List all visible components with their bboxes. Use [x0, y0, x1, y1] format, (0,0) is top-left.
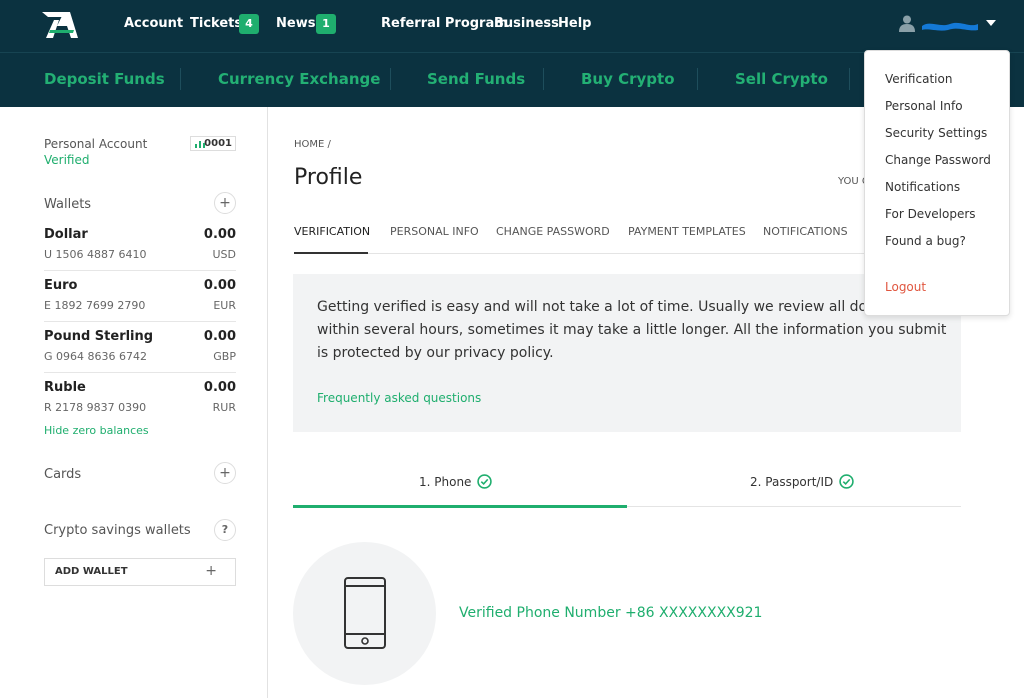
- phone-illustration: [293, 542, 436, 685]
- breadcrumb[interactable]: HOME /: [294, 139, 331, 150]
- subnav-divider: [849, 68, 850, 90]
- wallet-amount: 0.00: [203, 380, 236, 395]
- wallet-name: Euro: [44, 278, 78, 293]
- account-number-badge: 0001: [190, 136, 236, 151]
- wallet-currency: GBP: [213, 350, 236, 363]
- wallet-dollar[interactable]: Dollar 0.00 U 1506 4887 6410 USD: [44, 221, 236, 271]
- wallets-title: Wallets: [44, 197, 92, 212]
- wallet-pound-sterling[interactable]: Pound Sterling 0.00 G 0964 8636 6742 GBP: [44, 323, 236, 373]
- tab-change-password[interactable]: CHANGE PASSWORD: [496, 225, 610, 238]
- subnav-send-funds[interactable]: Send Funds: [427, 70, 525, 88]
- subnav-sell-crypto[interactable]: Sell Crypto: [735, 70, 828, 88]
- menu-item-personal-info[interactable]: Personal Info: [885, 99, 963, 113]
- subnav-currency-exchange[interactable]: Currency Exchange: [218, 70, 380, 88]
- wallet-name: Pound Sterling: [44, 329, 154, 344]
- subnav-divider: [697, 68, 698, 90]
- tab-payment-templates[interactable]: PAYMENT TEMPLATES: [628, 225, 746, 238]
- logo-icon[interactable]: [40, 10, 80, 40]
- wallet-currency: EUR: [213, 299, 236, 312]
- wallet-name: Dollar: [44, 227, 88, 242]
- wallet-ruble[interactable]: Ruble 0.00 R 2178 9837 0390 RUR: [44, 374, 236, 424]
- nav-help[interactable]: Help: [558, 16, 591, 31]
- nav-news[interactable]: News: [276, 16, 315, 31]
- subnav-divider: [390, 68, 391, 90]
- user-icon: [899, 15, 915, 32]
- tickets-badge[interactable]: 4: [239, 14, 259, 34]
- wallet-euro[interactable]: Euro 0.00 E 1892 7699 2790 EUR: [44, 272, 236, 322]
- step-phone-label: 1. Phone: [419, 475, 472, 489]
- plus-icon: +: [205, 563, 217, 579]
- add-wallet-plus-button[interactable]: +: [214, 192, 236, 214]
- wallet-amount: 0.00: [203, 278, 236, 293]
- active-step-indicator: [293, 505, 627, 508]
- subnav-divider: [180, 68, 181, 90]
- help-icon[interactable]: ?: [214, 519, 236, 541]
- wallet-currency: USD: [212, 248, 236, 261]
- account-status: Verified: [44, 153, 90, 167]
- bar-chart-icon: [195, 141, 205, 148]
- verified-phone-number: Verified Phone Number +86 XXXXXXXX921: [459, 605, 763, 621]
- check-circle-icon: [477, 474, 492, 489]
- sidebar: Personal Account Verified 0001 Wallets +…: [0, 107, 268, 698]
- menu-item-found-a-bug[interactable]: Found a bug?: [885, 234, 966, 248]
- menu-item-for-developers[interactable]: For Developers: [885, 207, 976, 221]
- wallet-amount: 0.00: [203, 227, 236, 242]
- step-passport-label: 2. Passport/ID: [750, 475, 834, 489]
- wallet-currency: RUR: [212, 401, 236, 414]
- wallet-id: R 2178 9837 0390: [44, 401, 147, 414]
- tab-notifications[interactable]: NOTIFICATIONS: [763, 225, 848, 238]
- crypto-savings-title: Crypto savings wallets: [44, 523, 191, 538]
- smartphone-icon: [344, 577, 386, 649]
- subnav-deposit-funds[interactable]: Deposit Funds: [44, 70, 165, 88]
- account-number: 0001: [204, 138, 232, 149]
- menu-item-logout[interactable]: Logout: [885, 280, 926, 294]
- subnav-divider: [543, 68, 544, 90]
- tab-personal-info[interactable]: PERSONAL INFO: [390, 225, 479, 238]
- menu-item-notifications[interactable]: Notifications: [885, 180, 960, 194]
- tabs-divider: [294, 253, 864, 254]
- top-bar: Account Tickets 4 News 1 Referral Progra…: [0, 0, 1024, 52]
- wallet-id: U 1506 4887 6410: [44, 248, 147, 261]
- active-tab-indicator: [294, 252, 368, 254]
- menu-item-change-password[interactable]: Change Password: [885, 153, 991, 167]
- step-phone[interactable]: 1. Phone: [419, 474, 492, 490]
- verification-info-text: Getting verified is easy and will not ta…: [317, 299, 947, 361]
- add-wallet-button[interactable]: ADD WALLET +: [44, 558, 236, 586]
- cards-title: Cards: [44, 467, 82, 482]
- add-card-plus-button[interactable]: +: [214, 462, 236, 484]
- nav-referral-program[interactable]: Referral Program: [381, 16, 508, 31]
- wallet-id: G 0964 8636 6742: [44, 350, 147, 363]
- nav-tickets[interactable]: Tickets: [190, 16, 242, 31]
- user-dropdown-menu: Verification Personal Info Security Sett…: [864, 50, 1010, 316]
- nav-business[interactable]: Business: [494, 16, 559, 31]
- menu-item-security-settings[interactable]: Security Settings: [885, 126, 987, 140]
- nav-account[interactable]: Account: [124, 16, 183, 31]
- subnav-buy-crypto[interactable]: Buy Crypto: [581, 70, 675, 88]
- wallet-name: Ruble: [44, 380, 86, 395]
- hide-zero-balances-link[interactable]: Hide zero balances: [44, 424, 149, 437]
- add-wallet-label: ADD WALLET: [55, 566, 128, 577]
- chevron-down-icon: [986, 20, 996, 26]
- step-passport-id[interactable]: 2. Passport/ID: [750, 474, 854, 490]
- wallet-id: E 1892 7699 2790: [44, 299, 146, 312]
- verification-info-box: Getting verified is easy and will not ta…: [293, 274, 961, 432]
- check-circle-icon: [839, 474, 854, 489]
- wallet-amount: 0.00: [203, 329, 236, 344]
- page-title: Profile: [294, 165, 363, 190]
- account-type: Personal Account: [44, 137, 148, 151]
- faq-link[interactable]: Frequently asked questions: [317, 391, 481, 405]
- menu-item-verification[interactable]: Verification: [885, 72, 952, 86]
- news-badge[interactable]: 1: [316, 14, 336, 34]
- user-name-redacted: [922, 22, 978, 31]
- tab-verification[interactable]: VERIFICATION: [294, 225, 370, 238]
